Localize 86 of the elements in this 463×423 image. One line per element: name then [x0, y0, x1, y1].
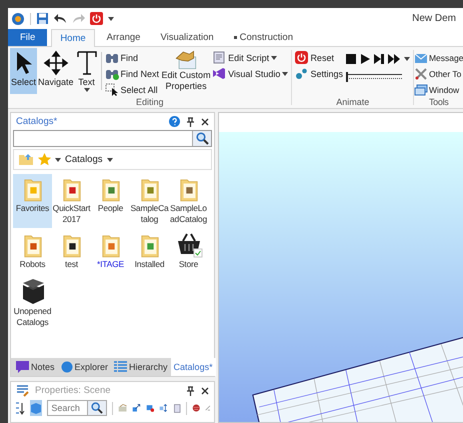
catalog-item[interactable]: Installed	[130, 230, 169, 274]
group-label: Animate	[336, 97, 370, 108]
panel-tab[interactable]: Hierarchy	[111, 358, 171, 376]
help-icon[interactable]	[169, 116, 180, 127]
text-icon	[76, 50, 98, 76]
caret-icon	[106, 158, 112, 162]
search-field[interactable]: Search	[47, 400, 108, 416]
breadcrumb[interactable]: Catalogs	[65, 154, 102, 165]
catalog-item[interactable]: Robots	[13, 230, 52, 274]
catalog-item[interactable]: Favorites	[13, 174, 52, 228]
ribbon-button[interactable]: Edit Custom Properties	[161, 48, 212, 94]
ball-icon[interactable]	[192, 402, 200, 414]
panel-title: Properties: Scene	[35, 385, 112, 396]
catalog-item[interactable]: Unopened Catalogs	[13, 275, 52, 332]
box-icon[interactable]	[146, 402, 154, 414]
app-logo-icon[interactable]	[11, 12, 25, 26]
group-label: Editing	[136, 97, 164, 108]
ribbon-tab[interactable]: Construction	[226, 29, 301, 46]
catalog-item[interactable]: SampleCa talog	[130, 174, 169, 228]
window-title: New Dem	[412, 13, 456, 24]
ribbon-button[interactable]: Find Next	[104, 66, 160, 81]
cube-icon	[30, 402, 42, 414]
catalog-item[interactable]: People	[91, 174, 130, 228]
ribbon-button[interactable]: Edit Script	[211, 50, 290, 65]
panel-tab[interactable]: Notes	[13, 358, 58, 376]
ribbon-button[interactable]: Navigate	[37, 48, 75, 94]
save-icon[interactable]	[36, 12, 49, 25]
ribbon-tab[interactable]: Home	[51, 29, 95, 47]
close-icon[interactable]	[201, 118, 209, 126]
windows-icon	[414, 84, 428, 96]
catalog-item[interactable]: SampleLo adCatalog	[169, 174, 208, 228]
speed-slider[interactable]	[346, 72, 402, 82]
grip-icon[interactable]	[205, 404, 211, 412]
sort-icon	[14, 402, 25, 414]
sort-button[interactable]	[14, 400, 26, 416]
search-field[interactable]	[13, 130, 212, 147]
star-icon[interactable]	[38, 153, 51, 166]
panel-tab[interactable]: Catalogs*	[170, 358, 216, 376]
ribbon-tab[interactable]: Visualization	[152, 29, 222, 46]
stop-icon[interactable]	[346, 54, 356, 64]
catalog-item[interactable]: QuickStart 2017	[52, 174, 91, 228]
ribbon-tab[interactable]: Arrange	[98, 29, 148, 46]
search-icon[interactable]	[91, 402, 104, 414]
ribbon-button[interactable]: Text	[74, 48, 99, 94]
catalog-item[interactable]: *ITAGE	[91, 230, 130, 274]
search-icon[interactable]	[196, 132, 208, 145]
ribbon-button[interactable]: Select	[10, 48, 38, 94]
ribbon-button[interactable]: Visual Studio	[211, 66, 290, 81]
note-icon	[16, 361, 29, 373]
caret-icon	[404, 57, 410, 61]
play-icon[interactable]	[360, 54, 370, 64]
arrow-icon[interactable]	[132, 402, 141, 414]
pin-icon[interactable]	[186, 116, 195, 126]
close-icon[interactable]	[201, 386, 209, 394]
ribbon-button[interactable]: Find	[104, 50, 160, 65]
folder-up-icon[interactable]	[18, 153, 34, 166]
ribbon-button[interactable]: Window	[414, 82, 463, 97]
ribbon-button[interactable]: Message	[414, 50, 463, 65]
category-button[interactable]	[30, 400, 42, 416]
binoculars-icon	[104, 67, 119, 80]
move-icon	[42, 50, 69, 76]
catalog-item[interactable]: test	[52, 230, 91, 274]
binoculars-icon	[104, 51, 119, 64]
group-label: Tools	[428, 97, 448, 108]
ribbon-tab[interactable]: File	[8, 29, 48, 46]
pin-icon[interactable]	[186, 386, 195, 396]
select-all-icon	[104, 83, 119, 96]
panel-tab[interactable]: Explorer	[58, 358, 112, 376]
caret-icon	[108, 16, 114, 20]
ribbon-button[interactable]: Other To	[414, 66, 463, 81]
ribbon-button[interactable]: Settings	[294, 66, 344, 81]
globe-icon	[60, 361, 73, 373]
resize-icon[interactable]	[159, 402, 168, 414]
power-icon	[295, 51, 308, 64]
catalog-item[interactable]: Store	[169, 230, 208, 274]
undo-icon[interactable]	[54, 12, 67, 24]
properties-icon	[16, 384, 29, 396]
list-icon	[114, 361, 128, 373]
step-icon[interactable]	[374, 54, 384, 64]
ribbon-button[interactable]: Reset	[294, 50, 344, 65]
power-icon[interactable]	[90, 12, 103, 25]
caret-icon	[55, 158, 61, 162]
fast-forward-icon[interactable]	[388, 54, 400, 64]
panel-title: Catalogs*	[16, 116, 58, 127]
envelope-icon	[414, 52, 428, 64]
ribbon-button[interactable]: Select All	[104, 82, 160, 97]
